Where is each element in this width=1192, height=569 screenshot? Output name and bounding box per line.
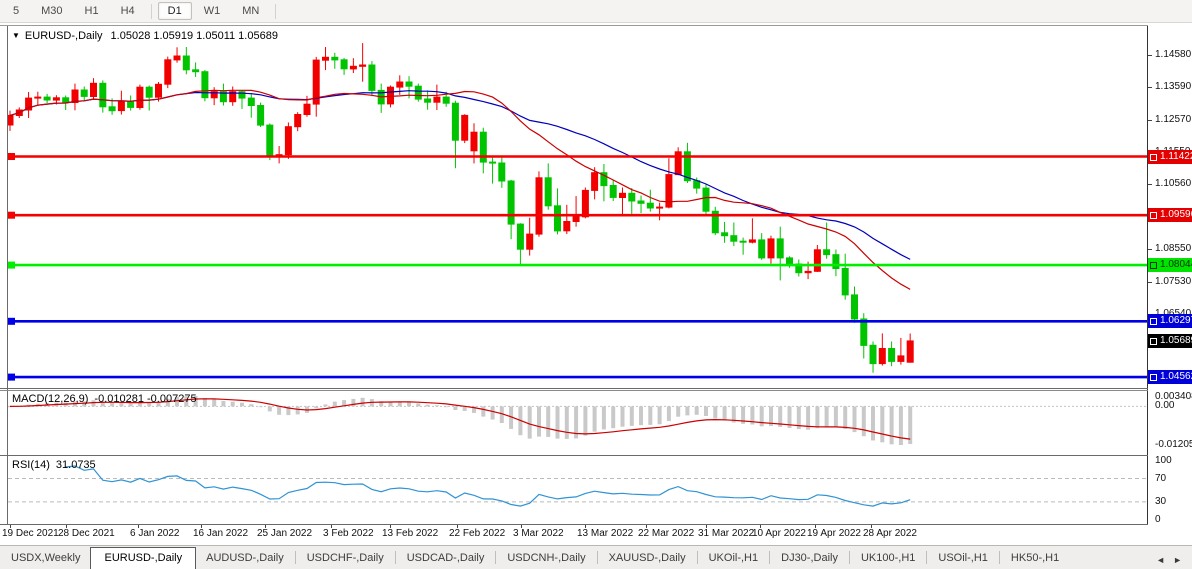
price-tick bbox=[1148, 55, 1152, 56]
price-badge: 1.09596 bbox=[1148, 208, 1192, 222]
chart-tab-hk50-h1[interactable]: HK50-,H1 bbox=[1000, 548, 1070, 569]
tab-scroll-left-icon[interactable]: ◄ bbox=[1156, 555, 1165, 565]
macd-values: -0.010281 -0.007275 bbox=[94, 393, 196, 405]
price-tick-label: 1.12570 bbox=[1155, 114, 1191, 125]
main-macd-separator[interactable] bbox=[0, 388, 1148, 389]
chart-tab-audusd-daily[interactable]: AUDUSD-,Daily bbox=[195, 548, 295, 569]
chart-tab-uk100-h1[interactable]: UK100-,H1 bbox=[850, 548, 926, 569]
timeframe-button-5[interactable]: 5 bbox=[3, 2, 29, 20]
mt4-window: 5M30H1H4 D1W1MN ▼ EURUSD-,Daily 1.05028 1.0… bbox=[0, 0, 1192, 569]
chart-tab-usdcad-daily[interactable]: USDCAD-,Daily bbox=[396, 548, 496, 569]
chart-tab-usdx-weekly[interactable]: USDX,Weekly bbox=[0, 548, 91, 569]
rsi-axis-label: 30 bbox=[1155, 496, 1166, 507]
timeframe-button-mn[interactable]: MN bbox=[232, 2, 269, 20]
rsi-axis-label: 70 bbox=[1155, 473, 1166, 484]
price-tick-label: 1.08550 bbox=[1155, 243, 1191, 254]
timeframe-button-m30[interactable]: M30 bbox=[31, 2, 72, 20]
badge-anchor-icon bbox=[1150, 318, 1157, 325]
timeframe-button-w1[interactable]: W1 bbox=[194, 2, 231, 20]
chart-tab-bar: USDX,WeeklyEURUSD-,DailyAUDUSD-,DailyUSD… bbox=[0, 545, 1192, 569]
price-tick bbox=[1148, 282, 1152, 283]
time-tick-label: 3 Feb 2022 bbox=[323, 528, 374, 539]
price-tick bbox=[1148, 87, 1152, 88]
price-tick-label: 1.10560 bbox=[1155, 178, 1191, 189]
chart-tab-eurusd-daily[interactable]: EURUSD-,Daily bbox=[90, 547, 196, 569]
chart-tab-usdcnh-daily[interactable]: USDCNH-,Daily bbox=[496, 548, 596, 569]
time-tick-label: 19 Dec 2021 bbox=[2, 528, 59, 539]
time-tick-label: 13 Feb 2022 bbox=[382, 528, 438, 539]
chart-tab-dj30-daily[interactable]: DJ30-,Daily bbox=[770, 548, 849, 569]
time-tick-label: 19 Apr 2022 bbox=[807, 528, 861, 539]
tab-scroll-right-icon[interactable]: ► bbox=[1173, 555, 1182, 565]
time-tick-label: 28 Apr 2022 bbox=[863, 528, 917, 539]
macd-name: MACD(12,26,9) bbox=[12, 393, 88, 405]
chart-ohlc-values: 1.05028 1.05919 1.05011 1.05689 bbox=[111, 30, 278, 42]
rsi-name: RSI(14) bbox=[12, 459, 50, 471]
macd-axis-zero: 0.00 bbox=[1155, 400, 1174, 411]
time-tick-label: 28 Dec 2021 bbox=[58, 528, 115, 539]
price-tick-label: 1.07530 bbox=[1155, 276, 1191, 287]
time-tick-label: 13 Mar 2022 bbox=[577, 528, 633, 539]
time-axis[interactable]: 19 Dec 202128 Dec 2021 6 Jan 2022 16 Jan 2… bbox=[0, 525, 1192, 544]
time-tick-label: 6 Jan 2022 bbox=[130, 528, 180, 539]
rsi-line bbox=[66, 466, 911, 506]
badge-anchor-icon bbox=[1150, 374, 1157, 381]
badge-anchor-icon bbox=[1150, 338, 1157, 345]
tab-scroll-arrows: ◄► bbox=[1156, 555, 1192, 569]
price-axis[interactable]: 1.145801.135901.125701.115501.105601.095… bbox=[1148, 26, 1192, 524]
macd-axis-min: -0.012058 bbox=[1155, 439, 1192, 450]
price-tick bbox=[1148, 184, 1152, 185]
price-tick-label: 1.14580 bbox=[1155, 49, 1191, 60]
sma30-line bbox=[10, 91, 910, 260]
timeframe-toolbar: 5M30H1H4 D1W1MN bbox=[0, 0, 1192, 23]
toolbar-separator bbox=[275, 4, 276, 19]
price-badge: 1.06297 bbox=[1148, 314, 1192, 328]
timeframe-button-d1[interactable]: D1 bbox=[158, 2, 192, 20]
macd-label: MACD(12,26,9) -0.010281 -0.007275 bbox=[12, 393, 197, 405]
rsi-value: 31.0735 bbox=[56, 459, 96, 471]
rsi-panel-canvas[interactable] bbox=[8, 456, 1147, 524]
price-badge: 1.04562 bbox=[1148, 370, 1192, 384]
badge-anchor-icon bbox=[1150, 212, 1157, 219]
time-tick-label: 31 Mar 2022 bbox=[698, 528, 754, 539]
chart-symbol-label: EURUSD-,Daily bbox=[25, 30, 103, 42]
time-tick-label: 25 Jan 2022 bbox=[257, 528, 312, 539]
price-tick-label: 1.13590 bbox=[1155, 81, 1191, 92]
horizontal-level-lines[interactable] bbox=[8, 153, 1147, 381]
time-tick-label: 22 Mar 2022 bbox=[638, 528, 694, 539]
time-tick-label: 10 Apr 2022 bbox=[752, 528, 806, 539]
badge-anchor-icon bbox=[1150, 154, 1157, 161]
moving-averages-layer bbox=[10, 90, 910, 289]
rsi-axis-label: 100 bbox=[1155, 455, 1172, 466]
badge-anchor-icon bbox=[1150, 262, 1157, 269]
chart-tab-xauusd-daily[interactable]: XAUUSD-,Daily bbox=[598, 548, 697, 569]
time-tick-label: 3 Mar 2022 bbox=[513, 528, 564, 539]
chart-tab-ukoil-h1[interactable]: UKOil-,H1 bbox=[698, 548, 770, 569]
main-chart-canvas[interactable] bbox=[8, 26, 1147, 388]
price-tick bbox=[1148, 120, 1152, 121]
time-tick-label: 22 Feb 2022 bbox=[449, 528, 505, 539]
rsi-axis-label: 0 bbox=[1155, 514, 1161, 525]
price-tick bbox=[1148, 249, 1152, 250]
timeframe-button-h1[interactable]: H1 bbox=[75, 2, 109, 20]
price-badge: 1.05689 bbox=[1148, 334, 1192, 348]
price-badge: 1.11422 bbox=[1148, 150, 1192, 164]
price-badge: 1.08044 bbox=[1148, 258, 1192, 272]
symbol-dropdown-icon[interactable]: ▼ bbox=[12, 31, 20, 40]
chart-tab-usdchf-daily[interactable]: USDCHF-,Daily bbox=[296, 548, 395, 569]
rsi-label: RSI(14) 31.0735 bbox=[12, 459, 96, 471]
chart-title: ▼ EURUSD-,Daily 1.05028 1.05919 1.05011 1.… bbox=[12, 30, 278, 42]
time-tick-label: 16 Jan 2022 bbox=[193, 528, 248, 539]
timeframe-button-h4[interactable]: H4 bbox=[111, 2, 145, 20]
sma20-line bbox=[10, 90, 910, 289]
chart-tab-usoil-h1[interactable]: USOil-,H1 bbox=[927, 548, 999, 569]
toolbar-separator bbox=[151, 4, 152, 19]
